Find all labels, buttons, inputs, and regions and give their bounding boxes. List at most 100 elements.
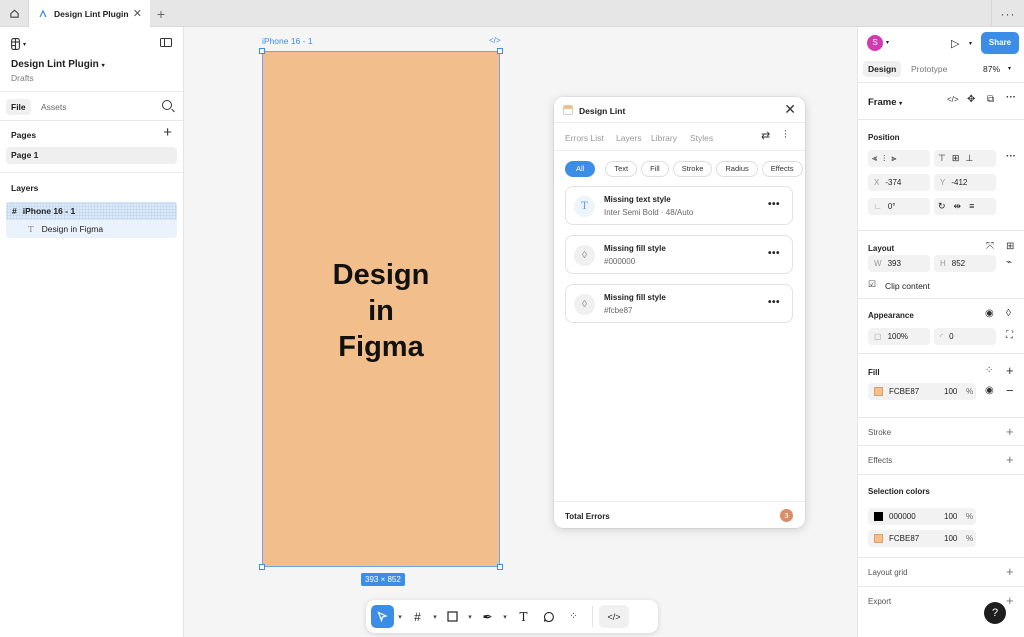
more-options-icon[interactable]: ••• [768, 248, 780, 259]
chevron-down-icon[interactable]: ▾ [499, 613, 511, 621]
move-tool-button[interactable] [371, 605, 394, 628]
filter-chip-fill[interactable]: Fill [641, 161, 669, 177]
present-play-icon[interactable]: ▷ [951, 37, 959, 50]
chevron-down-icon[interactable]: ▾ [1008, 65, 1011, 72]
tab-errors-list[interactable]: Errors List [565, 133, 604, 143]
resize-handle[interactable] [497, 564, 503, 570]
sidebar-toggle-icon[interactable] [160, 38, 172, 47]
filter-chip-radius[interactable]: Radius [716, 161, 758, 177]
main-menu-button[interactable]: ▾ [11, 38, 26, 50]
chevron-down-icon[interactable]: ▾ [886, 39, 889, 46]
tab-file[interactable]: File [6, 99, 31, 115]
actions-button[interactable]: ⁘ [561, 605, 586, 628]
tab-library[interactable]: Library [651, 133, 677, 143]
comment-tool-button[interactable] [536, 605, 561, 628]
file-tab[interactable]: Design Lint Plugin ✕ [29, 0, 150, 27]
project-name[interactable]: Design Lint Plugin ▾ [11, 59, 105, 70]
opacity-field[interactable]: ▢ 100% [868, 328, 930, 345]
rotation-field[interactable]: ∟ 0° [868, 198, 930, 215]
help-button[interactable]: ? [984, 602, 1006, 624]
add-layout-grid-icon[interactable]: + [1006, 564, 1014, 579]
close-icon[interactable]: ✕ [784, 101, 796, 118]
vertical-align-group[interactable]: ⊤⊞⊥ [934, 150, 996, 167]
error-card[interactable]: ◊ Missing fill style #fcbe87 ••• [565, 284, 793, 323]
auto-layout-icon[interactable]: ⤧ [986, 241, 994, 252]
style-library-icon[interactable]: ⁘ [985, 365, 993, 376]
resize-handle[interactable] [497, 48, 503, 54]
layer-frame-row[interactable]: # iPhone 16 - 1 [6, 202, 177, 220]
chevron-down-icon[interactable]: ▾ [464, 613, 476, 621]
share-button[interactable]: Share [981, 32, 1019, 54]
tab-assets[interactable]: Assets [41, 102, 67, 112]
x-position-field[interactable]: X -374 [868, 174, 930, 191]
y-position-field[interactable]: Y -412 [934, 174, 996, 191]
filter-chip-effects[interactable]: Effects [761, 161, 803, 177]
more-options-icon[interactable]: ··· [1006, 92, 1016, 103]
eye-icon[interactable]: ◉ [985, 385, 994, 396]
constrain-proportions-icon[interactable]: ⌁ [1006, 257, 1012, 268]
frame-text[interactable]: Design in Figma [263, 257, 499, 365]
shape-tool-button[interactable] [441, 605, 464, 628]
new-tab-button[interactable]: + [150, 0, 172, 27]
text-tool-button[interactable]: T [511, 605, 536, 628]
dev-mode-code-icon[interactable]: </> [489, 36, 501, 45]
iphone-frame[interactable]: Design in Figma [259, 48, 503, 570]
add-stroke-icon[interactable]: + [1006, 424, 1014, 439]
chevron-down-icon[interactable]: ▾ [429, 613, 441, 621]
add-effect-icon[interactable]: + [1006, 452, 1014, 467]
add-page-icon[interactable]: + [163, 124, 172, 141]
layout-grid-icon[interactable]: ⊞ [1006, 241, 1014, 252]
dev-mode-toggle[interactable]: </> [599, 605, 629, 628]
frame-name-label[interactable]: iPhone 16 - 1 [262, 36, 313, 46]
independent-corners-icon[interactable]: ⛶ [1006, 330, 1013, 341]
frame-tool-button[interactable]: # [406, 605, 429, 628]
code-icon[interactable]: </> [947, 95, 959, 104]
zoom-level[interactable]: 87% [983, 64, 1000, 74]
settings-sliders-icon[interactable]: ⫶ [784, 129, 787, 142]
filter-chip-stroke[interactable]: Stroke [672, 161, 713, 177]
swap-icon[interactable]: ⇄ [761, 129, 770, 142]
chevron-down-icon[interactable]: ▾ [969, 40, 972, 47]
remove-fill-icon[interactable]: − [1006, 383, 1014, 398]
close-tab-icon[interactable]: ✕ [133, 7, 142, 20]
component-icon[interactable]: ✥ [967, 94, 975, 105]
boolean-icon[interactable]: ⧉ [987, 94, 994, 105]
layer-text-row[interactable]: T Design in Figma [6, 220, 177, 238]
pen-tool-button[interactable]: ✒ [476, 605, 499, 628]
chevron-down-icon[interactable]: ▾ [394, 613, 406, 621]
search-icon[interactable] [162, 100, 172, 110]
tab-prototype[interactable]: Prototype [911, 64, 947, 74]
corner-radius-field[interactable]: ◜ 0 [934, 328, 996, 345]
filter-chip-all[interactable]: All [565, 161, 596, 177]
flip-controls[interactable]: ↻⇹≡ [934, 198, 996, 215]
tab-design[interactable]: Design [863, 61, 902, 77]
home-button[interactable] [0, 0, 29, 27]
tab-styles[interactable]: Styles [690, 133, 713, 143]
width-field[interactable]: W 393 [868, 255, 930, 272]
add-fill-icon[interactable]: + [1006, 363, 1014, 378]
eye-icon[interactable]: ◉ [985, 308, 994, 319]
horizontal-align-group[interactable]: ⫷⫶⫸ [868, 150, 930, 167]
tab-layers[interactable]: Layers [616, 133, 642, 143]
filter-chip-text[interactable]: Text [605, 161, 638, 177]
avatar[interactable]: S [867, 35, 883, 51]
color-swatch[interactable] [874, 534, 883, 544]
error-card[interactable]: T Missing text style Inter Semi Bold · 4… [565, 186, 793, 225]
selection-color-row[interactable]: FCBE87 100 % [868, 530, 976, 547]
page-item[interactable]: Page 1 [6, 147, 177, 164]
drop-icon[interactable]: ◊ [1006, 308, 1011, 319]
more-menu-button[interactable]: ··· [991, 0, 1024, 27]
color-swatch[interactable] [874, 512, 883, 522]
selection-color-row[interactable]: 000000 100 % [868, 508, 976, 525]
clip-content-checkbox[interactable]: ☑ [868, 279, 876, 290]
fill-color-field[interactable]: FCBE87 100 % [868, 383, 976, 400]
more-options-icon[interactable]: ••• [768, 199, 780, 210]
resize-handle[interactable] [259, 48, 265, 54]
more-options-icon[interactable]: ••• [768, 297, 780, 308]
frame-type-label[interactable]: Frame ▾ [868, 97, 902, 108]
height-field[interactable]: H 852 [934, 255, 996, 272]
error-card[interactable]: ◊ Missing fill style #000000 ••• [565, 235, 793, 274]
fill-swatch[interactable] [874, 387, 883, 397]
resize-handle[interactable] [259, 564, 265, 570]
more-options-icon[interactable]: ··· [1006, 151, 1016, 162]
